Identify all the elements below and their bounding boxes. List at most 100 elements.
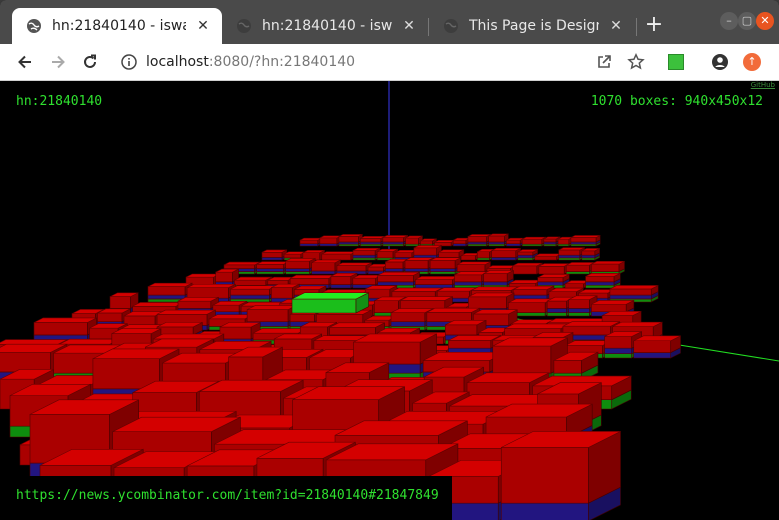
tab-title: hn:21840140 - iswaac (52, 18, 186, 34)
box-face (0, 339, 68, 345)
box-face (546, 312, 567, 317)
box-face (329, 322, 385, 328)
box-face (476, 257, 490, 261)
box-face (506, 239, 521, 245)
box-face (568, 312, 590, 317)
box-face (246, 309, 289, 322)
box-face (391, 287, 443, 292)
box-face (352, 247, 381, 251)
box-face (413, 245, 442, 249)
browser-toolbar: localhost:8080/?hn:21840140 ↑ (0, 44, 779, 81)
box-face (353, 341, 421, 365)
url-path: :8080/?hn:21840140 (208, 54, 356, 70)
star-icon (627, 53, 645, 70)
box-face (488, 241, 505, 245)
box-face (319, 235, 342, 239)
open-external-button[interactable] (591, 49, 617, 75)
box-face (285, 258, 316, 262)
box-face (400, 296, 453, 301)
box-face (452, 239, 467, 245)
account-icon (712, 54, 728, 70)
box-face (385, 261, 404, 269)
box-face (491, 257, 517, 261)
update-button[interactable]: ↑ (739, 49, 765, 75)
close-tab-icon[interactable]: ✕ (194, 17, 212, 35)
box-face (558, 257, 581, 261)
box-face (534, 253, 562, 257)
close-tab-icon[interactable]: ✕ (400, 17, 418, 35)
box-face (467, 241, 487, 245)
box-face (585, 272, 621, 277)
box-face (413, 247, 437, 256)
box-face (553, 360, 582, 374)
box-face (546, 300, 567, 309)
box-face (604, 353, 633, 359)
maximize-button[interactable]: ▢ (738, 12, 756, 30)
new-tab-button[interactable]: + (640, 12, 668, 40)
profile-button[interactable] (707, 49, 733, 75)
minimize-button[interactable]: – (720, 12, 738, 30)
back-button[interactable] (12, 49, 38, 75)
browser-window: hn:21840140 - iswaac ✕ hn:21840140 - isw… (0, 0, 779, 520)
box-face (256, 264, 285, 269)
box-face (448, 340, 492, 349)
box-scene[interactable] (0, 81, 779, 520)
tab-designed[interactable]: This Page is Designe ✕ (429, 8, 635, 44)
box-face (394, 252, 413, 258)
box-face (223, 261, 261, 266)
external-link-icon (598, 55, 611, 68)
box-face (562, 321, 620, 327)
bookmark-button[interactable] (623, 49, 649, 75)
box-face (488, 235, 505, 243)
reload-button[interactable] (77, 49, 103, 75)
box-face (486, 265, 517, 269)
box-face (565, 264, 590, 272)
close-window-button[interactable]: ✕ (756, 12, 774, 30)
box-face (448, 335, 501, 341)
box-face (390, 321, 426, 327)
box-face (467, 234, 491, 237)
box-face (488, 233, 509, 237)
box-face (360, 236, 386, 239)
3d-viewport[interactable]: hn:21840140 1070 boxes: 940x450x12 GitHu… (0, 81, 779, 520)
box-face (404, 268, 429, 272)
box-face (426, 307, 480, 313)
box-face (581, 254, 596, 259)
box-face (404, 257, 434, 261)
box-face (500, 502, 589, 520)
tab-strip: hn:21840140 - iswaac ✕ hn:21840140 - isw… (0, 0, 779, 44)
extension-button[interactable] (663, 49, 689, 75)
box-face (360, 238, 382, 243)
box-face (512, 289, 548, 296)
close-tab-icon[interactable]: ✕ (607, 17, 625, 35)
box-face (256, 268, 285, 272)
box-face (132, 302, 184, 307)
box-face (468, 292, 515, 298)
box-face (291, 298, 357, 314)
box-face (543, 241, 557, 245)
box-face (534, 255, 558, 261)
tab-hn-second[interactable]: hn:21840140 - iswaac ✕ (222, 8, 428, 44)
box-count-label: 1070 boxes: 940x450x12 (590, 94, 763, 109)
hn-item-link[interactable]: https://news.ycombinator.com/item?id=218… (16, 488, 439, 503)
box-face (367, 266, 384, 272)
github-link[interactable]: GitHub (751, 81, 775, 89)
box-face (215, 271, 233, 283)
box-face (299, 237, 323, 241)
tab-hn-active[interactable]: hn:21840140 - iswaac ✕ (12, 8, 222, 44)
box-face (537, 281, 564, 286)
address-bar[interactable]: localhost:8080/?hn:21840140 (146, 48, 606, 76)
box-face (454, 281, 483, 286)
tab-title: This Page is Designe (469, 18, 599, 34)
box-face (491, 250, 517, 258)
box-face (311, 270, 336, 275)
forward-button[interactable] (45, 49, 71, 75)
box-face (415, 276, 459, 280)
site-info-button[interactable] (116, 49, 142, 75)
box-face (336, 262, 372, 266)
box-face (591, 263, 620, 272)
box-face (578, 289, 615, 294)
box-face (230, 288, 270, 296)
box-face (591, 300, 635, 305)
box-face (492, 345, 552, 374)
